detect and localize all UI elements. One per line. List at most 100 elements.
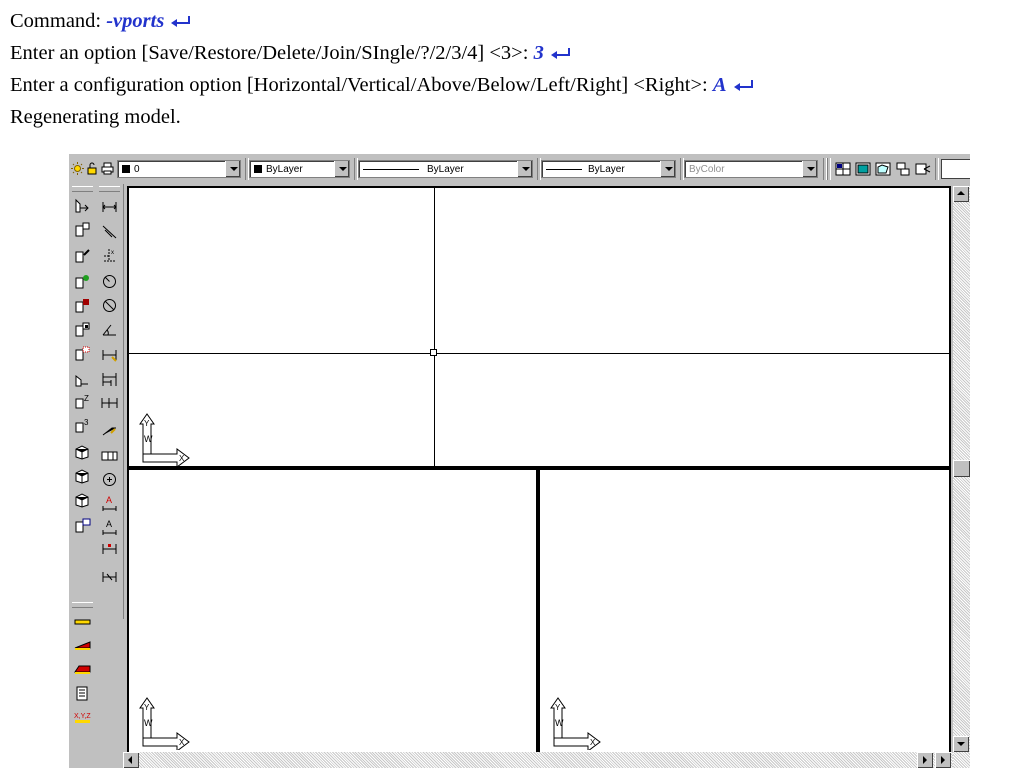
single-viewport-icon[interactable]: [855, 161, 871, 177]
lineweight-value: ByLayer: [588, 164, 625, 175]
ucs-toolbar: Z 3 X,Y,Z: [69, 184, 96, 754]
ordinate-dimension-icon[interactable]: x: [100, 246, 119, 265]
scroll-left-button[interactable]: [123, 752, 139, 768]
color-swatch: [254, 165, 262, 174]
quick-dimension-icon[interactable]: [100, 346, 119, 365]
ucs-rotate-z-icon[interactable]: Z: [73, 392, 92, 411]
ucs-x-label: X: [590, 738, 596, 747]
horizontal-scrollbar[interactable]: [123, 752, 953, 768]
viewports-dialog-icon[interactable]: [835, 161, 851, 177]
ucs-rotate-3-icon[interactable]: 3: [73, 416, 92, 435]
ucs-origin-icon[interactable]: [73, 320, 92, 339]
viewport-top[interactable]: Y W X: [129, 188, 949, 466]
diameter-dimension-icon[interactable]: [100, 296, 119, 315]
lock-icon[interactable]: [86, 162, 99, 175]
linear-dimension-icon[interactable]: [100, 198, 119, 217]
tolerance-icon[interactable]: [100, 446, 119, 465]
command-line-4: Regenerating model.: [10, 104, 181, 130]
svg-text:Z: Z: [84, 394, 89, 403]
ucs-y-label: Y: [144, 419, 150, 428]
dimension-edit-icon[interactable]: A: [100, 494, 119, 513]
vertical-scroll-thumb[interactable]: [953, 460, 970, 477]
list-icon[interactable]: [73, 684, 92, 703]
chevron-down-icon[interactable]: [334, 161, 349, 177]
toolbar-separator: [935, 158, 939, 180]
ucs-zaxis-icon[interactable]: [73, 344, 92, 363]
pickbox: [430, 349, 437, 356]
ucs-w-label: W: [144, 434, 153, 444]
ucs-apply-icon[interactable]: [73, 442, 92, 461]
layer-color-swatch: [122, 165, 130, 174]
printer-icon[interactable]: [101, 162, 114, 175]
dimension-override-icon[interactable]: [100, 568, 119, 587]
scroll-right-button-2[interactable]: [935, 752, 951, 768]
command-prompt: Command:: [10, 10, 107, 32]
svg-text:A: A: [106, 495, 112, 505]
linetype-sample: [363, 168, 419, 170]
return-arrow-icon: [550, 47, 572, 61]
option-prompt: Enter an option [Save/Restore/Delete/Joi…: [10, 42, 534, 64]
ucs-w-label: W: [144, 718, 153, 728]
command-line-3: Enter a configuration option [Horizontal…: [10, 72, 755, 98]
viewport-bottom-left[interactable]: Y W X: [129, 470, 536, 752]
ucs-object-icon[interactable]: [73, 246, 92, 265]
chevron-down-icon[interactable]: [517, 161, 532, 177]
configuration-prompt: Enter a configuration option [Horizontal…: [10, 74, 713, 96]
viewport-scale-box[interactable]: [941, 159, 970, 179]
ucs-preset-icon[interactable]: [73, 490, 92, 509]
dimension-update-icon[interactable]: [100, 540, 119, 559]
chevron-down-icon: [802, 161, 817, 177]
center-mark-icon[interactable]: [100, 470, 119, 489]
locate-point-icon[interactable]: X,Y,Z: [73, 708, 92, 727]
sun-icon[interactable]: [71, 162, 84, 175]
scroll-right-button-1[interactable]: [917, 752, 933, 768]
lineweight-dropdown[interactable]: ByLayer: [541, 160, 676, 178]
baseline-dimension-icon[interactable]: [100, 370, 119, 389]
dimension-style-icon[interactable]: [73, 612, 92, 631]
area-icon[interactable]: [73, 634, 92, 653]
svg-text:3: 3: [84, 418, 89, 427]
ucs-previous-icon[interactable]: [73, 516, 92, 535]
command-line-2: Enter an option [Save/Restore/Delete/Joi…: [10, 40, 572, 66]
ucs-named-icon[interactable]: [73, 466, 92, 485]
ucs-3point-icon[interactable]: [73, 370, 92, 389]
ucs-icon: Y W X: [550, 697, 601, 750]
plotstyle-value: ByColor: [689, 164, 725, 175]
dimension-text-edit-icon[interactable]: A: [100, 518, 119, 537]
ucs-icon: Y W X: [139, 697, 190, 750]
return-arrow-icon: [170, 15, 192, 29]
angular-dimension-icon[interactable]: [100, 320, 119, 339]
plotstyle-dropdown: ByColor: [684, 160, 818, 178]
clip-viewport-icon[interactable]: [915, 161, 931, 177]
svg-text:A: A: [106, 519, 112, 529]
chevron-down-icon[interactable]: [225, 161, 240, 177]
ucs-face-icon[interactable]: [73, 272, 92, 291]
command-line-1: Command: -vports: [10, 8, 192, 34]
mass-properties-icon[interactable]: [73, 658, 92, 677]
ucs-world-icon[interactable]: [73, 220, 92, 239]
status-message: Regenerating model.: [10, 106, 181, 128]
toolbar-grip: [72, 186, 93, 192]
ucs-icon[interactable]: [73, 196, 92, 215]
continue-dimension-icon[interactable]: [100, 394, 119, 413]
aligned-dimension-icon[interactable]: [100, 222, 119, 241]
toolbar-separator: [827, 158, 831, 180]
dimension-toolbar: x A A: [96, 184, 124, 619]
scroll-down-button[interactable]: [953, 736, 969, 752]
ucs-x-label: X: [179, 738, 185, 747]
leader-icon[interactable]: [100, 420, 119, 439]
polygonal-viewport-icon[interactable]: [875, 161, 891, 177]
color-dropdown[interactable]: ByLayer: [249, 160, 350, 178]
radius-dimension-icon[interactable]: [100, 272, 119, 291]
convert-object-viewport-icon[interactable]: [895, 161, 911, 177]
drawing-area[interactable]: Y W X Y W X Y W X: [127, 186, 951, 754]
scroll-up-button[interactable]: [953, 186, 969, 202]
crosshair-vertical: [434, 188, 435, 466]
ucs-view-icon[interactable]: [73, 296, 92, 315]
layer-dropdown[interactable]: 0: [117, 160, 241, 178]
chevron-down-icon[interactable]: [660, 161, 675, 177]
vertical-scrollbar[interactable]: [953, 186, 970, 768]
viewport-bottom-right[interactable]: Y W X: [540, 470, 949, 752]
linetype-dropdown[interactable]: ByLayer: [358, 160, 533, 178]
color-value: ByLayer: [266, 164, 303, 175]
